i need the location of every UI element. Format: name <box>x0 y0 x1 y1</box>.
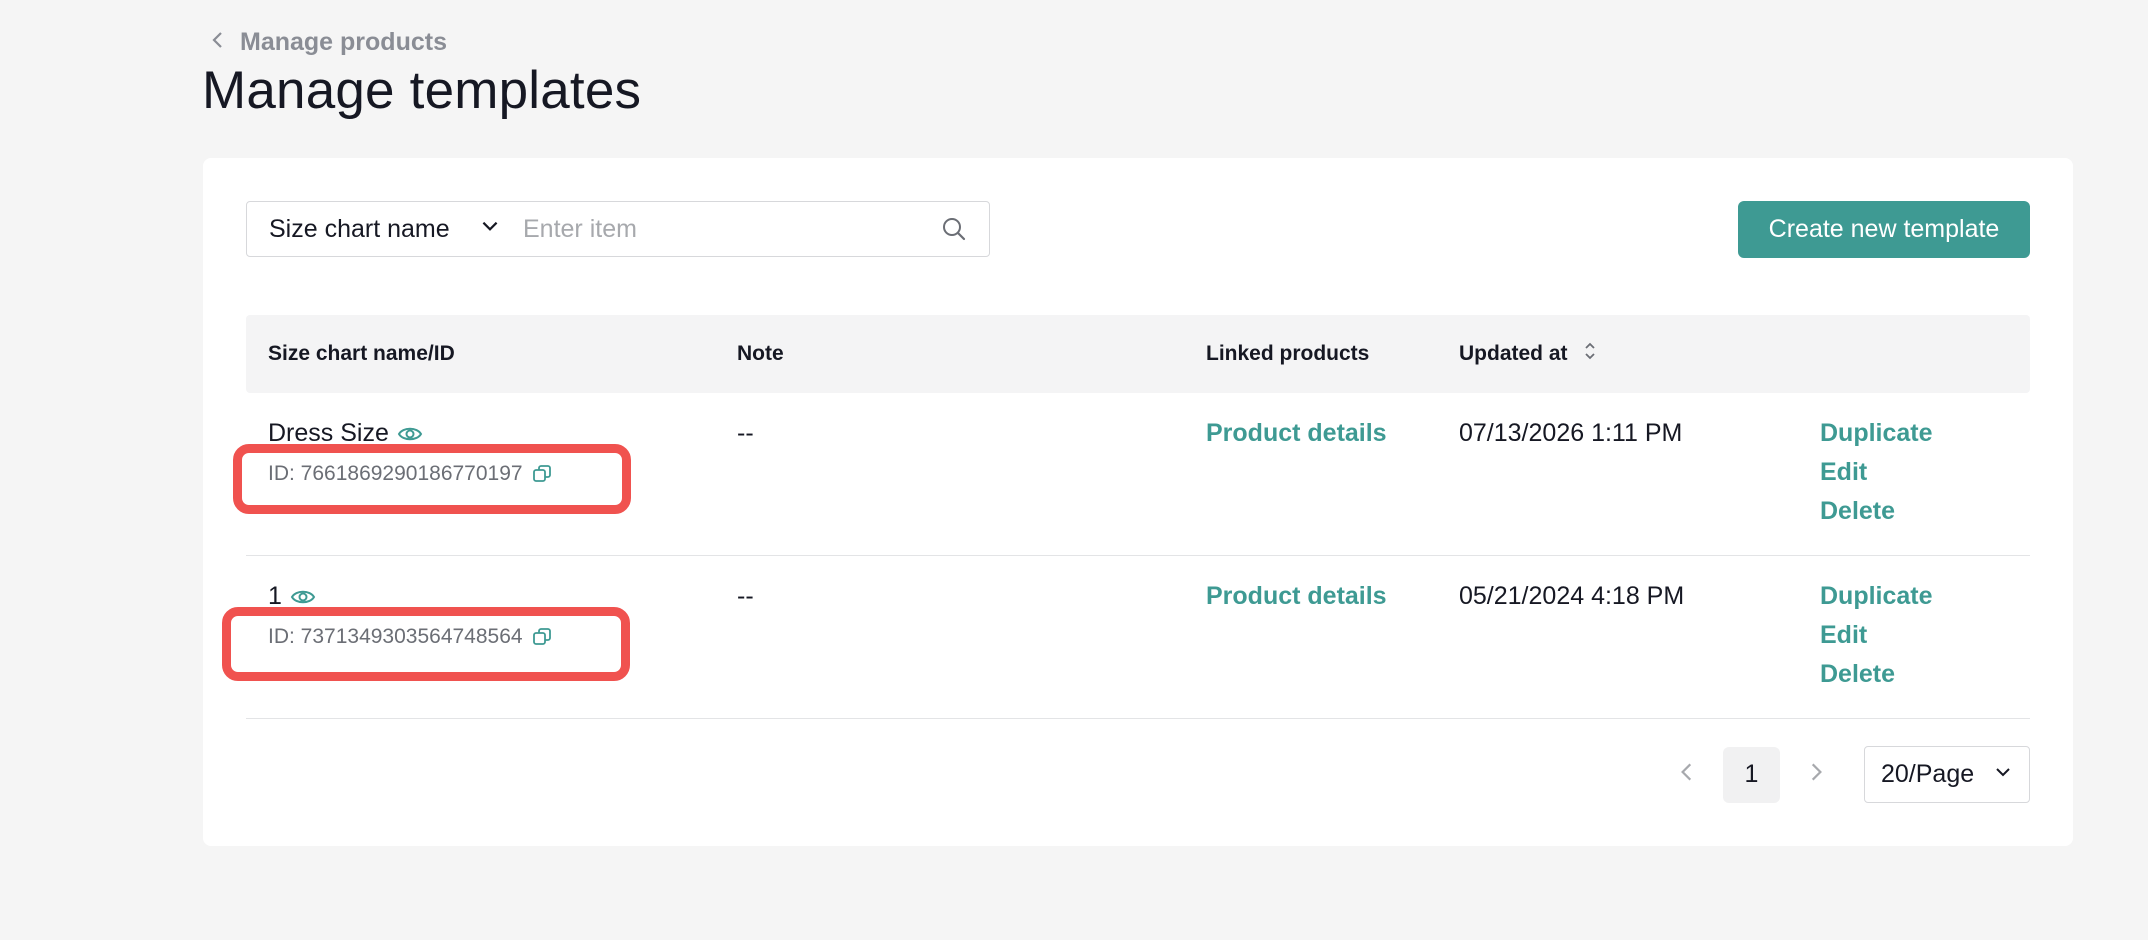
actions-cell: Duplicate Edit Delete <box>1820 582 1933 689</box>
search-filter-select[interactable]: Size chart name <box>247 202 523 256</box>
product-details-link[interactable]: Product details <box>1206 582 1387 611</box>
next-page-button[interactable] <box>1786 747 1846 803</box>
edit-button[interactable]: Edit <box>1820 458 1933 487</box>
templates-card: Size chart name Create new template Size… <box>203 158 2073 846</box>
page-number-button[interactable]: 1 <box>1723 746 1780 803</box>
updated-at-cell: 05/21/2024 4:18 PM <box>1459 582 1685 610</box>
copy-icon[interactable] <box>531 463 553 485</box>
table-row: Dress Size ID: 7661869290186770197 -- Pr… <box>246 393 2030 556</box>
updated-at-cell: 07/13/2026 1:11 PM <box>1459 419 1683 447</box>
create-new-template-button[interactable]: Create new template <box>1738 201 2030 258</box>
product-details-link[interactable]: Product details <box>1206 419 1387 448</box>
header-updated-at[interactable]: Updated at <box>1459 315 1598 393</box>
templates-table: Size chart name/ID Note Linked products … <box>246 315 2030 719</box>
chevron-left-icon <box>208 28 228 57</box>
header-note-label: Note <box>737 342 784 365</box>
edit-button[interactable]: Edit <box>1820 621 1933 650</box>
template-name: 1 <box>268 582 282 610</box>
chevron-down-icon <box>1993 760 2013 789</box>
note-cell: -- <box>737 419 754 447</box>
header-name-label: Size chart name/ID <box>268 342 455 365</box>
header-name: Size chart name/ID <box>268 315 455 393</box>
chevron-left-icon <box>1676 761 1698 788</box>
template-id: ID: 7661869290186770197 <box>268 462 523 485</box>
search-input[interactable] <box>523 202 919 256</box>
breadcrumb-label: Manage products <box>240 28 447 56</box>
chevron-down-icon <box>479 215 501 244</box>
copy-icon[interactable] <box>531 626 553 648</box>
header-note: Note <box>737 315 784 393</box>
table-header: Size chart name/ID Note Linked products … <box>246 315 2030 393</box>
delete-button[interactable]: Delete <box>1820 660 1933 689</box>
header-linked-products: Linked products <box>1206 315 1369 393</box>
header-linked-label: Linked products <box>1206 342 1370 365</box>
template-id: ID: 7371349303564748564 <box>268 625 523 648</box>
breadcrumb[interactable]: Manage products <box>208 28 447 57</box>
table-row: 1 ID: 7371349303564748564 -- Product det… <box>246 556 2030 719</box>
search-filter-label: Size chart name <box>269 214 450 243</box>
page-title: Manage templates <box>202 61 642 120</box>
actions-cell: Duplicate Edit Delete <box>1820 419 1933 526</box>
eye-icon[interactable] <box>290 584 316 610</box>
search-icon[interactable] <box>919 216 989 242</box>
page-size-label: 20/Page <box>1881 760 1975 788</box>
duplicate-button[interactable]: Duplicate <box>1820 582 1933 611</box>
template-name: Dress Size <box>268 419 389 447</box>
duplicate-button[interactable]: Duplicate <box>1820 419 1933 448</box>
header-updated-label: Updated at <box>1459 342 1568 365</box>
name-cell: 1 ID: 7371349303564748564 <box>268 582 553 649</box>
chevron-right-icon <box>1805 761 1827 788</box>
search-box: Size chart name <box>246 201 990 257</box>
pagination: 1 20/Page <box>1657 746 2030 803</box>
delete-button[interactable]: Delete <box>1820 497 1933 526</box>
note-cell: -- <box>737 582 754 610</box>
page-size-select[interactable]: 20/Page <box>1864 746 2030 803</box>
name-cell: Dress Size ID: 7661869290186770197 <box>268 419 553 486</box>
sort-icon[interactable] <box>1568 340 1598 368</box>
prev-page-button[interactable] <box>1657 747 1717 803</box>
eye-icon[interactable] <box>397 421 423 447</box>
